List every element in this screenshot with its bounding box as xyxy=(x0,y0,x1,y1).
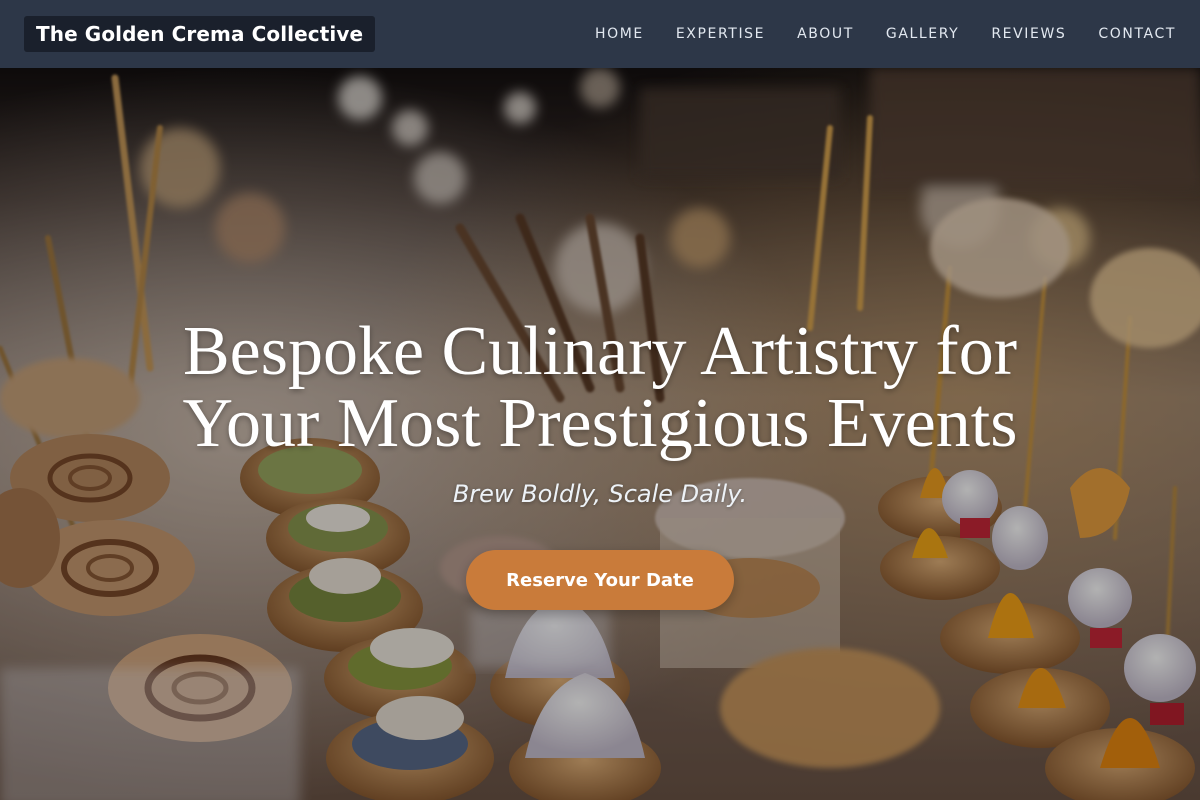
nav-link-contact[interactable]: CONTACT xyxy=(1098,26,1176,42)
nav-links: HOME EXPERTISE ABOUT GALLERY REVIEWS CON… xyxy=(563,26,1176,42)
reserve-date-button[interactable]: Reserve Your Date xyxy=(466,550,734,610)
nav-link-reviews[interactable]: REVIEWS xyxy=(991,26,1066,42)
navbar: The Golden Crema Collective HOME EXPERTI… xyxy=(0,0,1200,68)
hero-section: Bespoke Culinary Artistry for Your Most … xyxy=(0,68,1200,800)
nav-link-about[interactable]: ABOUT xyxy=(797,26,854,42)
brand-logo[interactable]: The Golden Crema Collective xyxy=(24,16,376,52)
nav-link-home[interactable]: HOME xyxy=(595,26,644,42)
hero-tagline: Brew Boldly, Scale Daily. xyxy=(452,480,748,508)
nav-link-expertise[interactable]: EXPERTISE xyxy=(676,26,765,42)
hero-title: Bespoke Culinary Artistry for Your Most … xyxy=(182,313,1018,462)
nav-link-gallery[interactable]: GALLERY xyxy=(886,26,959,42)
hero-content: Bespoke Culinary Artistry for Your Most … xyxy=(0,316,1200,610)
